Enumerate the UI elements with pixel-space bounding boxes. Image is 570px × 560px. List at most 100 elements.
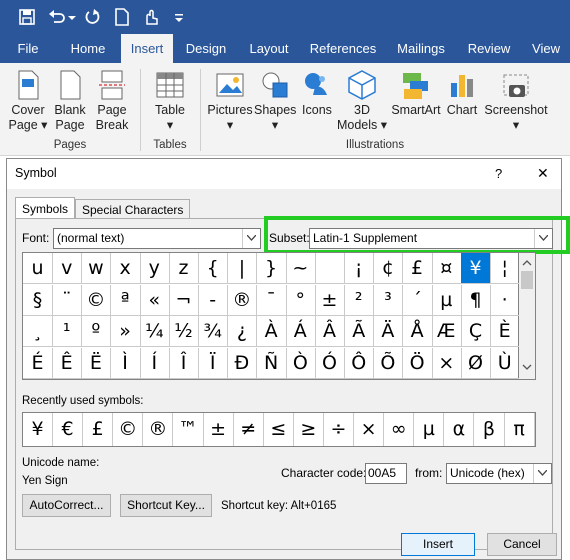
symbol-cell[interactable]: ³	[373, 284, 404, 316]
symbol-cell[interactable]: °	[285, 284, 316, 316]
recent-symbol-cell[interactable]: ÷	[324, 413, 354, 446]
symbol-cell[interactable]: Í	[139, 347, 170, 379]
symbol-cell[interactable]: Î	[169, 347, 199, 379]
symbol-cell[interactable]: ¬	[169, 284, 199, 316]
symbol-cell[interactable]: ¦	[490, 253, 521, 284]
symbol-cell[interactable]: £	[402, 253, 433, 284]
recent-symbol-cell[interactable]: ≤	[264, 413, 294, 446]
undo-icon[interactable]	[46, 6, 68, 28]
blank-page-button[interactable]: Blank Page	[52, 67, 88, 133]
smartart-button[interactable]: SmartArt	[390, 67, 442, 118]
symbol-cell[interactable]: Á	[285, 316, 316, 347]
symbol-cell[interactable]: Â	[315, 316, 345, 347]
font-dropdown[interactable]: (normal text)	[53, 228, 261, 249]
table-button[interactable]: Table ▾	[150, 67, 190, 133]
symbol-grid-scrollbar[interactable]	[519, 252, 536, 380]
customize-icon[interactable]	[172, 6, 186, 28]
symbol-cell[interactable]: Ð	[227, 347, 258, 379]
symbol-cell[interactable]: ±	[315, 284, 345, 316]
symbol-cell[interactable]: Ç	[461, 316, 491, 347]
recent-symbol-cell[interactable]: £	[83, 413, 114, 446]
tab-layout[interactable]: Layout	[242, 34, 296, 63]
recent-symbol-cell[interactable]: α	[444, 413, 475, 446]
recent-symbol-cell[interactable]: ≠	[234, 413, 264, 446]
tab-special-characters[interactable]: Special Characters	[75, 199, 191, 219]
symbol-cell[interactable]: Ï	[198, 347, 229, 379]
tab-mailings[interactable]: Mailings	[390, 34, 452, 63]
symbol-cell[interactable]: ©	[81, 284, 112, 316]
recent-symbol-cell[interactable]: ≥	[294, 413, 324, 446]
symbol-cell[interactable]: |	[227, 253, 258, 284]
symbol-cell[interactable]	[315, 253, 345, 284]
symbol-cell[interactable]: ª	[110, 284, 141, 316]
recent-symbol-cell[interactable]: ¥	[23, 413, 53, 446]
save-icon[interactable]	[16, 6, 38, 28]
symbol-cell[interactable]: }	[256, 253, 287, 284]
recent-symbol-cell[interactable]: ©	[113, 413, 144, 446]
symbol-cell-selected[interactable]: ¥	[461, 253, 491, 284]
symbol-cell[interactable]: ·	[490, 284, 521, 316]
symbol-cell[interactable]: Æ	[431, 316, 462, 347]
symbol-cell[interactable]: ¡	[344, 253, 375, 284]
page-break-button[interactable]: Page Break	[94, 67, 130, 133]
tab-view[interactable]: View	[526, 34, 566, 63]
new-document-icon[interactable]	[111, 6, 133, 28]
symbol-cell[interactable]: -	[198, 284, 229, 316]
symbol-cell[interactable]: ½	[169, 316, 199, 347]
tab-file[interactable]: File	[8, 34, 48, 63]
recent-symbol-cell[interactable]: ×	[354, 413, 385, 446]
autocorrect-button[interactable]: AutoCorrect...	[22, 494, 111, 517]
symbol-cell[interactable]: ´	[402, 284, 433, 316]
tab-design[interactable]: Design	[180, 34, 232, 63]
shortcut-key-button[interactable]: Shortcut Key...	[120, 494, 212, 517]
recent-symbol-cell[interactable]: ∞	[384, 413, 415, 446]
close-button[interactable]: ✕	[537, 165, 549, 182]
symbol-cell[interactable]: Ë	[81, 347, 112, 379]
symbol-cell[interactable]: Ó	[315, 347, 345, 379]
symbol-cell[interactable]: ¸	[23, 316, 53, 347]
symbol-cell[interactable]: ×	[431, 347, 462, 379]
symbol-cell[interactable]: ¼	[139, 316, 170, 347]
symbol-cell[interactable]: ¾	[198, 316, 229, 347]
symbol-cell[interactable]: w	[81, 253, 112, 284]
symbol-cell[interactable]: Ò	[285, 347, 316, 379]
recent-symbol-cell[interactable]: ™	[174, 413, 204, 446]
symbol-cell[interactable]: §	[23, 284, 53, 316]
symbol-cell[interactable]: ¤	[431, 253, 462, 284]
recent-symbol-cell[interactable]: €	[53, 413, 84, 446]
recent-symbol-cell[interactable]: π	[505, 413, 535, 446]
symbol-cell[interactable]: Å	[402, 316, 433, 347]
icons-button[interactable]: Icons	[298, 67, 336, 118]
cancel-button[interactable]: Cancel	[487, 533, 557, 556]
tab-insert[interactable]: Insert	[121, 34, 173, 63]
symbol-cell[interactable]: Ù	[490, 347, 521, 379]
tab-symbols[interactable]: Symbols	[15, 197, 76, 220]
character-code-input[interactable]: 00A5	[365, 463, 407, 484]
symbol-cell[interactable]: º	[81, 316, 112, 347]
symbol-cell[interactable]: Ä	[373, 316, 404, 347]
symbol-cell[interactable]: v	[52, 253, 83, 284]
symbol-cell[interactable]: ~	[285, 253, 316, 284]
symbol-cell[interactable]: È	[490, 316, 521, 347]
tab-references[interactable]: References	[306, 34, 380, 63]
symbol-cell[interactable]: »	[110, 316, 141, 347]
symbol-cell[interactable]: Õ	[373, 347, 404, 379]
shapes-button[interactable]: Shapes ▾	[254, 67, 296, 133]
symbol-cell[interactable]: É	[23, 347, 53, 379]
symbol-cell[interactable]: ¹	[52, 316, 83, 347]
tab-review[interactable]: Review	[462, 34, 516, 63]
symbol-cell[interactable]: ®	[227, 284, 258, 316]
symbol-cell[interactable]: {	[198, 253, 229, 284]
3d-models-button[interactable]: 3D Models ▾	[336, 67, 388, 133]
undo-dropdown-icon[interactable]	[66, 6, 78, 28]
chart-button[interactable]: Chart	[444, 67, 480, 118]
help-button[interactable]: ?	[495, 166, 502, 181]
symbol-cell[interactable]: Ê	[52, 347, 83, 379]
recent-symbol-cell[interactable]: ®	[143, 413, 174, 446]
recent-symbol-cell[interactable]: β	[475, 413, 505, 446]
symbol-cell[interactable]: ¶	[461, 284, 491, 316]
recent-symbol-cell[interactable]: ±	[204, 413, 234, 446]
symbol-cell[interactable]: À	[256, 316, 287, 347]
symbol-cell[interactable]: µ	[431, 284, 462, 316]
recent-symbol-cell[interactable]: µ	[414, 413, 445, 446]
